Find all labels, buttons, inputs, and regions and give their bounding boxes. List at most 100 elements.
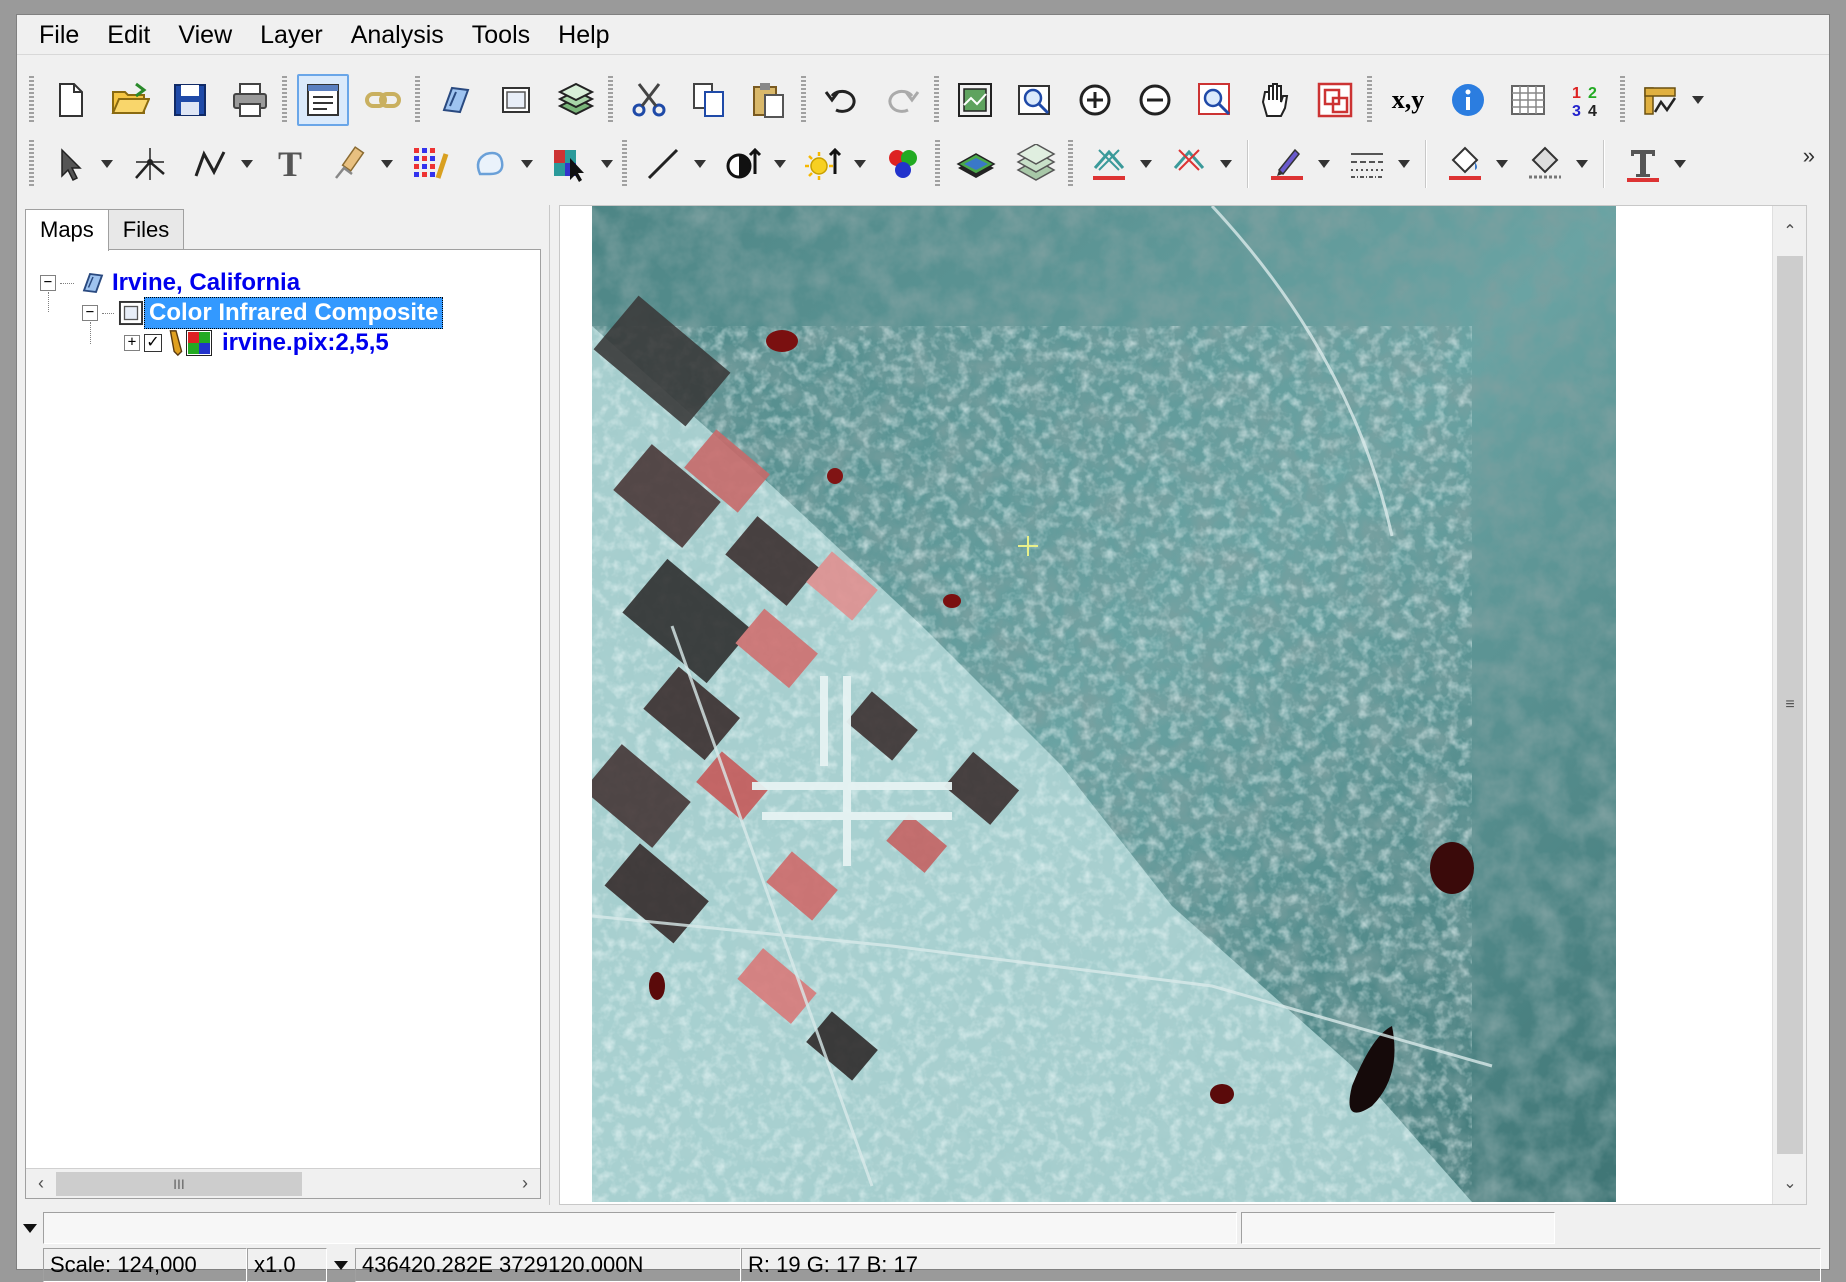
select-features-dropdown[interactable]: [600, 154, 614, 174]
scale-display[interactable]: Scale: 124,000: [43, 1248, 247, 1282]
map-button[interactable]: [430, 74, 482, 126]
menu-file[interactable]: File: [25, 15, 93, 55]
toolbar-grip[interactable]: [935, 140, 940, 188]
menu-edit[interactable]: Edit: [93, 15, 164, 55]
ruler-dropdown[interactable]: [1691, 90, 1705, 110]
coordinate-format-button[interactable]: [327, 1259, 355, 1271]
line-color-dropdown[interactable]: [1317, 154, 1331, 174]
fill-pattern-button[interactable]: [1519, 138, 1571, 190]
menu-analysis[interactable]: Analysis: [337, 15, 458, 55]
scroll-thumb[interactable]: ≡: [1777, 256, 1803, 1154]
tab-maps[interactable]: Maps: [25, 209, 109, 251]
menu-help[interactable]: Help: [544, 15, 623, 55]
numbers-button[interactable]: 1234: [1562, 74, 1614, 126]
text-style-button[interactable]: [1617, 138, 1669, 190]
paste-button[interactable]: [743, 74, 795, 126]
scroll-left-icon[interactable]: ‹: [26, 1169, 56, 1199]
save-button[interactable]: [164, 74, 216, 126]
redo-button[interactable]: [876, 74, 928, 126]
cut-button[interactable]: [623, 74, 675, 126]
menu-tools[interactable]: Tools: [458, 15, 544, 55]
toolbar-grip[interactable]: [282, 76, 287, 124]
vertex-style-dropdown[interactable]: [1219, 154, 1233, 174]
raster-edit-button[interactable]: [404, 138, 456, 190]
toolbar-grip[interactable]: [1620, 76, 1625, 124]
toolbar-grip[interactable]: [1068, 140, 1073, 188]
text-style-dropdown[interactable]: [1673, 154, 1687, 174]
fill-color-dropdown[interactable]: [1495, 154, 1509, 174]
vertex-tool-button[interactable]: [124, 138, 176, 190]
zoom-window-button[interactable]: [1189, 74, 1241, 126]
satellite-image[interactable]: [592, 206, 1616, 1202]
text-tool-button[interactable]: T: [264, 138, 316, 190]
layer-stack-alt-button[interactable]: [1010, 138, 1062, 190]
map-view[interactable]: ⌃ ≡ ⌄: [559, 205, 1807, 1205]
contrast-button[interactable]: [717, 138, 769, 190]
scroll-track[interactable]: III: [56, 1170, 510, 1198]
fill-pattern-dropdown[interactable]: [1575, 154, 1589, 174]
area-button[interactable]: [490, 74, 542, 126]
polyline-tool-button[interactable]: [184, 138, 236, 190]
toolbar-grip[interactable]: [415, 76, 420, 124]
collapse-toggle[interactable]: −: [40, 275, 56, 291]
fill-color-button[interactable]: [1439, 138, 1491, 190]
brightness-button[interactable]: [797, 138, 849, 190]
zoom-in-button[interactable]: [1069, 74, 1121, 126]
project-label[interactable]: Irvine, California: [108, 268, 304, 298]
point-style-dropdown[interactable]: [1139, 154, 1153, 174]
rgb-button[interactable]: [877, 138, 929, 190]
scroll-up-icon[interactable]: ⌃: [1773, 214, 1807, 248]
toolbar-overflow-button[interactable]: »: [1803, 143, 1815, 169]
select-tool-dropdown[interactable]: [100, 154, 114, 174]
map-label[interactable]: Color Infrared Composite: [144, 297, 444, 329]
zoom-out-button[interactable]: [1129, 74, 1181, 126]
link-button[interactable]: [357, 74, 409, 126]
scroll-right-icon[interactable]: ›: [510, 1169, 540, 1199]
overview-button[interactable]: [1309, 74, 1361, 126]
reshape-tool-dropdown[interactable]: [380, 154, 394, 174]
zoom-factor-display[interactable]: x1.0: [247, 1248, 327, 1282]
pan-button[interactable]: [1249, 74, 1301, 126]
line-style-dropdown[interactable]: [693, 154, 707, 174]
table-button[interactable]: [1502, 74, 1554, 126]
collapse-toggle[interactable]: −: [82, 305, 98, 321]
toolbar-grip[interactable]: [29, 140, 34, 188]
copy-button[interactable]: [683, 74, 735, 126]
status-menu-button[interactable]: [17, 1222, 43, 1234]
line-style-button[interactable]: [637, 138, 689, 190]
menu-layer[interactable]: Layer: [246, 15, 337, 55]
toolbar-grip[interactable]: [29, 76, 34, 124]
open-button[interactable]: [104, 74, 156, 126]
undo-button[interactable]: [816, 74, 868, 126]
print-button[interactable]: [224, 74, 276, 126]
vertex-style-button[interactable]: [1163, 138, 1215, 190]
layer-label[interactable]: irvine.pix:2,5,5: [218, 328, 393, 358]
point-style-button[interactable]: [1083, 138, 1135, 190]
toolbar-grip[interactable]: [1367, 76, 1372, 124]
layer-stack-button[interactable]: [950, 138, 1002, 190]
scroll-thumb[interactable]: III: [56, 1171, 302, 1196]
ruler-button[interactable]: [1635, 74, 1687, 126]
scroll-down-icon[interactable]: ⌄: [1773, 1166, 1807, 1200]
polyline-tool-dropdown[interactable]: [240, 154, 254, 174]
contrast-dropdown[interactable]: [773, 154, 787, 174]
new-button[interactable]: [44, 74, 96, 126]
line-color-button[interactable]: [1261, 138, 1313, 190]
lasso-tool-button[interactable]: [464, 138, 516, 190]
zoom-extent-button[interactable]: [949, 74, 1001, 126]
panel-splitter[interactable]: [549, 205, 559, 1205]
line-pattern-dropdown[interactable]: [1397, 154, 1411, 174]
select-tool-button[interactable]: [44, 138, 96, 190]
layers-button[interactable]: [550, 74, 602, 126]
line-pattern-button[interactable]: [1341, 138, 1393, 190]
zoom-layer-button[interactable]: [1009, 74, 1061, 126]
reshape-tool-button[interactable]: [324, 138, 376, 190]
select-features-button[interactable]: [544, 138, 596, 190]
brightness-dropdown[interactable]: [853, 154, 867, 174]
info-button[interactable]: [1442, 74, 1494, 126]
properties-button[interactable]: [297, 74, 349, 126]
layer-visibility-checkbox[interactable]: ✓: [144, 334, 162, 352]
toolbar-grip[interactable]: [622, 140, 627, 188]
menu-view[interactable]: View: [164, 15, 246, 55]
toolbar-grip[interactable]: [801, 76, 806, 124]
